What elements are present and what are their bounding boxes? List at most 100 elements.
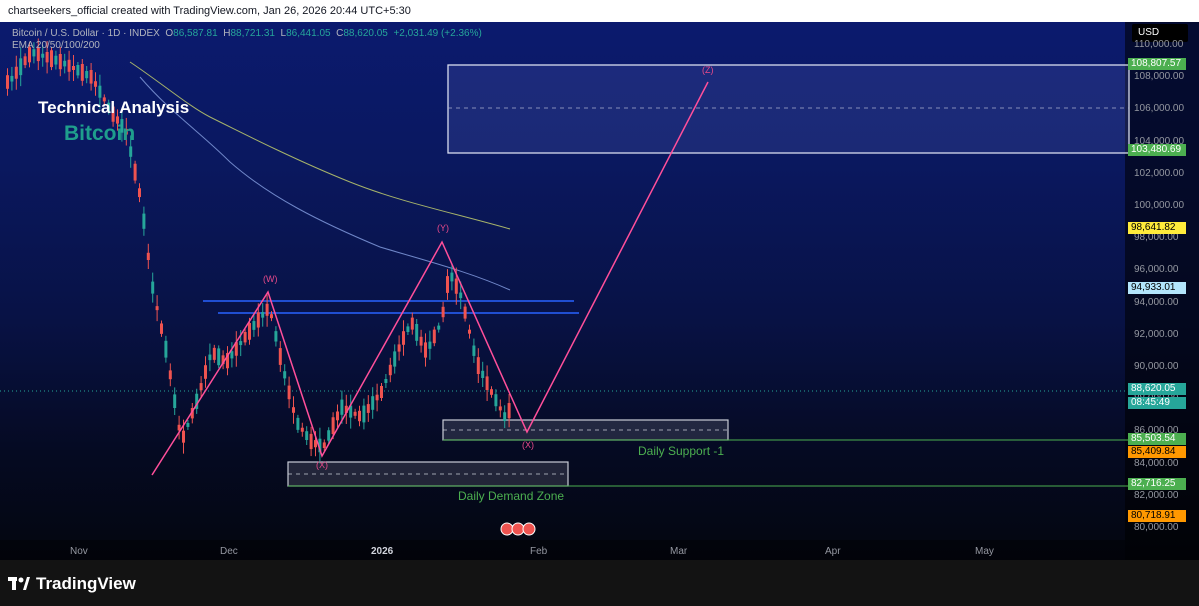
footer-bar: TradingView: [0, 560, 1199, 606]
candle-body: [300, 427, 304, 432]
candle-body: [261, 312, 265, 318]
candle-body: [217, 348, 221, 366]
candle-body: [182, 430, 185, 443]
candle-body: [327, 430, 331, 441]
price-axis-label: 92,000.00: [1134, 328, 1179, 340]
candle-body: [432, 329, 436, 344]
candle-body: [274, 331, 278, 342]
price-axis-label: 94,000.00: [1134, 296, 1179, 308]
time-axis-label: Feb: [530, 546, 548, 557]
candle-body: [94, 81, 97, 87]
candle-body: [67, 59, 71, 72]
price-tag: 108,807.57: [1128, 58, 1186, 71]
candle-body: [292, 407, 295, 413]
candle-body: [384, 379, 388, 383]
brand-name: TradingView: [36, 574, 136, 593]
candle-body: [50, 50, 53, 68]
price-axis-label: 84,000.00: [1134, 457, 1179, 469]
candle-body: [142, 213, 146, 229]
candle-body: [146, 252, 150, 260]
candle-body: [58, 54, 62, 70]
candle-body: [393, 351, 397, 367]
candle-body: [358, 410, 361, 422]
candle-body: [494, 394, 498, 407]
candle-body: [14, 66, 18, 79]
time-axis-label: 2026: [371, 546, 394, 557]
candle-body: [454, 278, 458, 294]
daily-demand-label: Daily Demand Zone: [458, 489, 565, 503]
candle-body: [10, 75, 14, 82]
candle-body: [265, 303, 269, 316]
chart-header-title: chartseekers_official created with Tradi…: [8, 5, 411, 17]
price-axis-label: 90,000.00: [1134, 361, 1179, 372]
candle-body: [336, 411, 339, 421]
candle-body: [256, 312, 260, 328]
price-tag: 85,503.54: [1128, 433, 1186, 446]
tradingview-logo[interactable]: TradingView: [8, 574, 136, 594]
candle-body: [362, 405, 366, 423]
candle-body: [133, 163, 137, 181]
candle-body: [388, 364, 392, 376]
candle-body: [85, 71, 89, 79]
wave-label-x1: (X): [316, 460, 329, 470]
chart-header: chartseekers_official created with Tradi…: [0, 0, 1199, 22]
price-axis-label: 108,000.00: [1134, 71, 1185, 83]
price-tag: 80,718.91: [1128, 510, 1186, 523]
candle-body: [353, 411, 357, 416]
candle-body: [371, 396, 375, 410]
candle-body: [138, 188, 141, 198]
legend-open-label: O: [165, 28, 174, 39]
time-axis-label: Nov: [70, 546, 88, 557]
event-flags-icon[interactable]: [500, 522, 536, 541]
price-tag: 94,933.01: [1128, 281, 1186, 294]
candle-body: [6, 75, 9, 89]
wave-label-w: (W): [263, 274, 278, 284]
indicator-legend[interactable]: EMA 20/50/100/200: [12, 40, 100, 51]
overlay-title: Technical Analysis: [38, 98, 190, 117]
price-axis-label: 102,000.00: [1134, 167, 1185, 179]
candle-body: [437, 325, 441, 330]
supply-zone-box[interactable]: [447, 64, 1130, 154]
legend-symbol[interactable]: Bitcoin / U.S. Dollar · 1D · INDEX: [12, 28, 160, 39]
candle-body: [459, 292, 463, 299]
candle-body: [296, 417, 300, 430]
candle-body: [485, 376, 489, 390]
candle-body: [199, 383, 203, 391]
candle-body: [208, 354, 212, 361]
candle-body: [322, 442, 326, 449]
candle-body: [498, 406, 502, 411]
candle-body: [305, 431, 309, 440]
candle-body: [168, 370, 172, 380]
candle-body: [89, 70, 93, 84]
candle-body: [366, 404, 370, 413]
candle-body: [450, 272, 454, 282]
overlay-subtitle: Bitcoin: [64, 122, 136, 145]
price-tag: 98,641.82: [1128, 221, 1186, 234]
candle-body: [406, 326, 410, 332]
candle-body: [472, 345, 476, 356]
candle-body: [424, 342, 427, 358]
candle-body: [63, 60, 67, 67]
legend-row: Bitcoin / U.S. Dollar · 1D · INDEX O86,5…: [12, 28, 482, 39]
candle-body: [375, 394, 379, 401]
candle-body: [164, 340, 168, 358]
price-axis-label: 100,000.00: [1134, 200, 1185, 211]
candle-body: [446, 276, 449, 293]
time-axis-bg[interactable]: [0, 540, 1125, 560]
wave-label-x2: (X): [522, 440, 535, 450]
candle-body: [402, 331, 405, 345]
tradingview-logo-icon: [8, 577, 30, 590]
candle-body: [54, 55, 58, 65]
candle-body: [278, 348, 282, 365]
candle-body: [419, 336, 423, 346]
candle-body: [468, 329, 471, 334]
candle-body: [309, 433, 313, 450]
chart-canvas[interactable]: Bitcoin / U.S. Dollar · 1D · INDEX O86,5…: [0, 22, 1199, 560]
candle-body: [410, 317, 414, 330]
candle-body: [160, 323, 163, 334]
legend-change: +2,031.49 (+2.36%): [393, 28, 482, 39]
candle-body: [98, 85, 102, 98]
price-axis-label: 106,000.00: [1134, 103, 1185, 115]
time-axis-label: Apr: [825, 546, 841, 557]
price-axis-label: 96,000.00: [1134, 264, 1179, 276]
